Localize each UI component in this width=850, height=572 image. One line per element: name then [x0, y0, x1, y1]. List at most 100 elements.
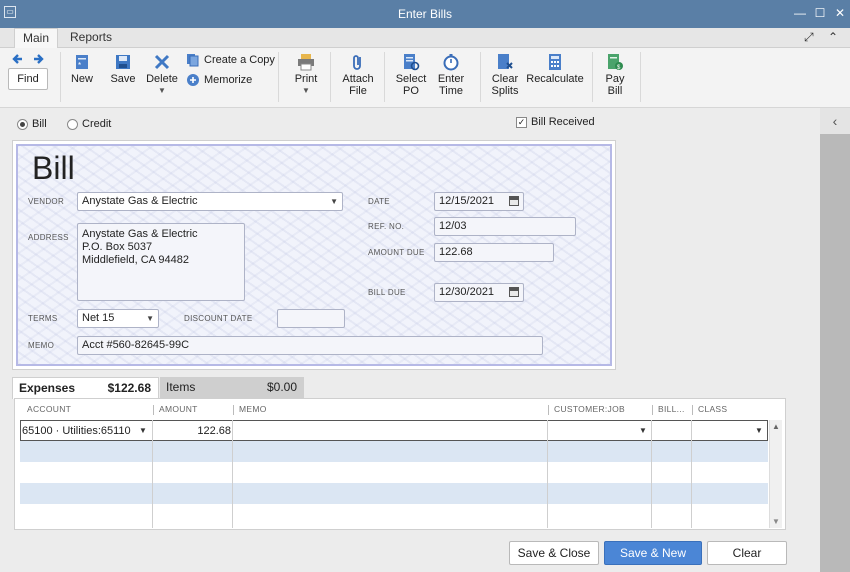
amount-due-field[interactable]: 122.68 — [434, 243, 554, 262]
memo-value: Acct #560-82645-99C — [82, 339, 190, 351]
save-close-button[interactable]: Save & Close — [509, 541, 599, 565]
form-title: Bill — [32, 150, 75, 186]
tab-items[interactable]: Items $0.00 — [160, 377, 304, 399]
chevron-left-icon[interactable]: ‹ — [820, 108, 850, 134]
print-dropdown-icon[interactable]: ▼ — [292, 85, 320, 97]
svg-text:*: * — [78, 61, 81, 70]
vendor-dropdown-icon[interactable]: ▼ — [330, 193, 338, 210]
account-dropdown-icon[interactable]: ▼ — [139, 421, 147, 442]
enter-time-button[interactable]: Enter Time — [434, 53, 468, 97]
toolbar-separator — [592, 52, 593, 102]
prev-arrow-icon[interactable] — [12, 53, 24, 68]
toolbar-separator — [60, 52, 61, 102]
history-panel-strip: ‹ — [820, 108, 850, 572]
discount-date-field[interactable] — [277, 309, 345, 328]
toolbar-separator — [330, 52, 331, 102]
maximize-icon[interactable]: ☐ — [813, 6, 827, 20]
account-cell[interactable]: 65100 · Utilities:65110 — [22, 421, 142, 442]
date-label: DATE — [368, 197, 390, 206]
delete-x-icon — [154, 54, 170, 70]
minimize-icon[interactable]: — — [793, 6, 807, 20]
column-header-account[interactable]: ACCOUNT — [27, 404, 71, 414]
enter-time-label-2: Time — [438, 85, 464, 97]
clear-splits-icon — [498, 54, 513, 69]
vendor-dropdown[interactable]: Anystate Gas & Electric ▼ — [77, 192, 343, 211]
print-button[interactable]: Print ▼ — [292, 53, 320, 97]
save-new-button[interactable]: Save & New — [604, 541, 702, 565]
scroll-down-icon[interactable]: ▼ — [772, 517, 780, 526]
clear-splits-label-2: Splits — [491, 85, 519, 97]
address-field[interactable]: Anystate Gas & Electric P.O. Box 5037 Mi… — [77, 223, 245, 301]
save-button[interactable]: Save — [109, 53, 137, 85]
delete-button[interactable]: Delete ▼ — [146, 53, 178, 97]
ref-no-field[interactable]: 12/03 — [434, 217, 576, 236]
main-content: Bill Credit ✓ Bill Received Bill VENDOR … — [0, 108, 820, 572]
next-arrow-icon[interactable] — [32, 53, 44, 68]
customer-job-cell[interactable] — [549, 421, 647, 442]
customer-job-dropdown-icon[interactable]: ▼ — [639, 421, 647, 442]
close-icon[interactable]: ✕ — [833, 6, 847, 20]
tab-main[interactable]: Main — [14, 28, 59, 48]
class-cell[interactable] — [694, 421, 754, 442]
address-line-3: Middlefield, CA 94482 — [82, 254, 190, 266]
amount-cell[interactable]: 122.68 — [153, 421, 231, 442]
paperclip-icon — [353, 55, 361, 70]
date-field[interactable]: 12/15/2021 — [434, 192, 524, 211]
table-row[interactable] — [20, 462, 768, 483]
new-button[interactable]: * New — [70, 53, 94, 85]
expand-icon[interactable]: ⤢ — [804, 30, 814, 45]
bill-received-label: Bill Received — [531, 116, 595, 128]
bill-radio[interactable] — [17, 119, 28, 130]
recalculate-label: Recalculate — [526, 73, 584, 85]
calendar-icon[interactable] — [509, 196, 519, 206]
scroll-up-icon[interactable]: ▲ — [772, 422, 780, 431]
column-header-billable[interactable]: BILL... — [658, 404, 685, 414]
terms-dropdown[interactable]: Net 15 ▼ — [77, 309, 159, 328]
toolbar: Find * New Save Delete ▼ Create a Copy M… — [0, 48, 850, 108]
column-gridline — [152, 420, 153, 528]
attach-file-button[interactable]: Attach File — [340, 53, 376, 97]
recalculate-button[interactable]: Recalculate — [526, 53, 584, 85]
delete-dropdown-icon[interactable]: ▼ — [146, 85, 178, 97]
collapse-ribbon-icon[interactable]: ⌃ — [828, 30, 838, 44]
class-dropdown-icon[interactable]: ▼ — [755, 421, 763, 442]
column-header-customer-job[interactable]: CUSTOMER:JOB — [554, 404, 625, 414]
column-header-class[interactable]: CLASS — [698, 404, 727, 414]
bill-form: Bill VENDOR Anystate Gas & Electric ▼ AD… — [12, 140, 616, 370]
tab-reports[interactable]: Reports — [62, 28, 120, 48]
table-row[interactable] — [20, 483, 768, 504]
table-row[interactable] — [20, 504, 768, 527]
terms-dropdown-icon[interactable]: ▼ — [146, 310, 154, 327]
enter-time-label-1: Enter — [437, 73, 465, 85]
find-button[interactable]: Find — [8, 68, 48, 90]
column-header-memo[interactable]: MEMO — [239, 404, 267, 414]
column-divider — [153, 405, 154, 415]
billable-cell[interactable] — [653, 421, 689, 442]
vertical-scrollbar[interactable]: ▲ ▼ — [769, 420, 782, 528]
memo-field[interactable]: Acct #560-82645-99C — [77, 336, 543, 355]
tab-expenses[interactable]: Expenses $122.68 — [12, 377, 159, 399]
clear-splits-button[interactable]: Clear Splits — [488, 53, 522, 97]
printer-icon — [298, 54, 314, 71]
select-po-button[interactable]: Select PO — [393, 53, 429, 97]
amount-due-label: AMOUNT DUE — [368, 248, 425, 257]
bill-due-field[interactable]: 12/30/2021 — [434, 283, 524, 302]
pay-bill-button[interactable]: $ Pay Bill — [600, 53, 630, 97]
toolbar-separator — [384, 52, 385, 102]
credit-radio-label: Credit — [82, 118, 112, 130]
table-row[interactable] — [20, 441, 768, 462]
memo-cell[interactable] — [233, 421, 543, 442]
bill-received-checkbox[interactable]: ✓ — [516, 117, 527, 128]
copy-icon — [187, 54, 199, 67]
items-tab-amount: $0.00 — [266, 380, 297, 394]
ref-no-label: REF. NO. — [368, 222, 405, 231]
stopwatch-icon — [443, 54, 459, 71]
clear-button[interactable]: Clear — [707, 541, 787, 565]
credit-radio[interactable] — [67, 119, 78, 130]
bill-form-inner: Bill VENDOR Anystate Gas & Electric ▼ AD… — [16, 144, 612, 366]
column-header-amount[interactable]: AMOUNT — [159, 404, 198, 414]
column-divider — [548, 405, 549, 415]
calendar-icon[interactable] — [509, 287, 519, 297]
toolbar-separator — [640, 52, 641, 102]
table-row[interactable]: 65100 · Utilities:65110 ▼ 122.68 ▼ ▼ — [20, 420, 768, 441]
